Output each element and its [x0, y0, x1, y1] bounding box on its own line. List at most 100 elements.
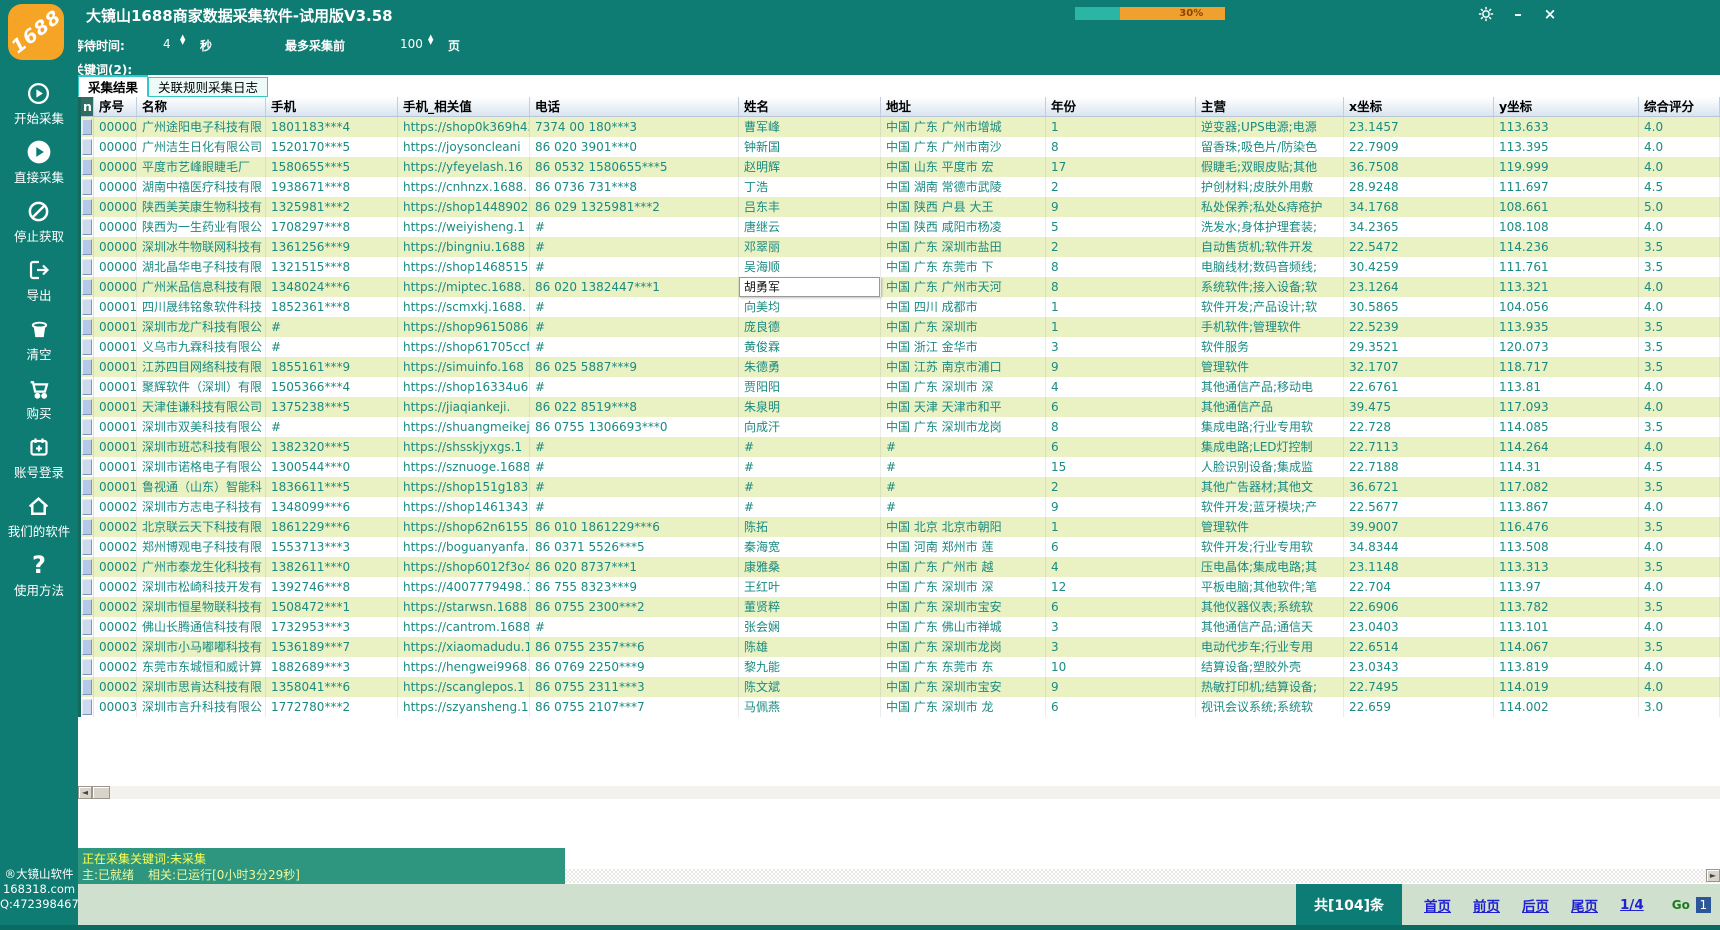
cell-x坐标[interactable]: 22.7495 [1344, 677, 1494, 697]
cell-手机[interactable]: 1392746***8 [266, 577, 398, 597]
cell-综合评分[interactable]: 4.5 [1639, 457, 1720, 477]
row-selector[interactable] [81, 157, 94, 177]
cell-y坐标[interactable]: 108.108 [1494, 217, 1639, 237]
cell-序号[interactable]: 000001 [94, 117, 137, 137]
cell-x坐标[interactable]: 22.7188 [1344, 457, 1494, 477]
cell-电话[interactable]: # [530, 437, 739, 457]
cell-x坐标[interactable]: 39.9007 [1344, 517, 1494, 537]
cell-名称[interactable]: 深圳市方志电子科技有 [137, 497, 266, 517]
cell-序号[interactable]: 000015 [94, 397, 137, 417]
cell-地址[interactable]: 中国 广东 广州市南沙 [881, 137, 1046, 157]
cell-名称[interactable]: 陕西美芙康生物科技有 [137, 197, 266, 217]
cell-姓名[interactable]: 陈文斌 [739, 677, 881, 697]
cell-主营[interactable]: 洗发水;身体护理套装; [1196, 217, 1344, 237]
cell-姓名[interactable]: 朱德勇 [739, 357, 881, 377]
cell-x坐标[interactable]: 30.4259 [1344, 257, 1494, 277]
cell-y坐标[interactable]: 114.264 [1494, 437, 1639, 457]
cell-名称[interactable]: 深圳市小马嘟嘟科技有 [137, 637, 266, 657]
cell-姓名[interactable]: # [739, 457, 881, 477]
cell-手机[interactable]: 1348099***6 [266, 497, 398, 517]
cell-y坐标[interactable]: 113.782 [1494, 597, 1639, 617]
cell-电话[interactable]: 86 755 8323***9 [530, 577, 739, 597]
cell-姓名[interactable]: 陈雄 [739, 637, 881, 657]
cell-年份[interactable]: 8 [1046, 257, 1196, 277]
cell-手机[interactable]: 1321515***8 [266, 257, 398, 277]
cell-序号[interactable]: 000023 [94, 557, 137, 577]
cell-年份[interactable]: 8 [1046, 137, 1196, 157]
row-selector[interactable] [81, 477, 94, 497]
cell-综合评分[interactable]: 4.0 [1639, 657, 1720, 677]
cell-地址[interactable]: 中国 四川 成都市 [881, 297, 1046, 317]
cell-地址[interactable]: # [881, 477, 1046, 497]
cell-手机_相关值[interactable]: https://shop16334u65 [398, 377, 530, 397]
cell-名称[interactable]: 东莞市东城恒和威计算 [137, 657, 266, 677]
row-selector[interactable] [81, 217, 94, 237]
scroll-left-icon[interactable]: ◄ [78, 786, 92, 799]
cell-综合评分[interactable]: 3.5 [1639, 257, 1720, 277]
cell-x坐标[interactable]: 23.0343 [1344, 657, 1494, 677]
cell-综合评分[interactable]: 4.0 [1639, 217, 1720, 237]
cell-手机_相关值[interactable]: https://shop62n61551 [398, 517, 530, 537]
cell-综合评分[interactable]: 4.0 [1639, 617, 1720, 637]
cell-名称[interactable]: 天津佳谦科技有限公司 [137, 397, 266, 417]
cell-主营[interactable]: 平板电脑;其他软件;笔 [1196, 577, 1344, 597]
cell-手机_相关值[interactable]: https://shop96150862 [398, 317, 530, 337]
cell-手机_相关值[interactable]: https://sznuoge.1688 [398, 457, 530, 477]
cell-地址[interactable]: 中国 广东 深圳市宝安 [881, 597, 1046, 617]
cell-手机[interactable]: # [266, 317, 398, 337]
cell-综合评分[interactable]: 4.5 [1639, 177, 1720, 197]
cell-x坐标[interactable]: 36.7508 [1344, 157, 1494, 177]
cell-姓名[interactable]: 马佩燕 [739, 697, 881, 717]
column-header-电话[interactable]: 电话 [530, 97, 739, 116]
cell-名称[interactable]: 广州米品信息科技有限 [137, 277, 266, 297]
row-selector[interactable] [81, 457, 94, 477]
cell-x坐标[interactable]: 23.1148 [1344, 557, 1494, 577]
cell-x坐标[interactable]: 34.8344 [1344, 537, 1494, 557]
cell-名称[interactable]: 义乌市九霖科技有限公 [137, 337, 266, 357]
cell-电话[interactable]: 86 0755 2107***7 [530, 697, 739, 717]
cell-地址[interactable]: 中国 浙江 金华市 [881, 337, 1046, 357]
cell-手机[interactable]: 1505366***4 [266, 377, 398, 397]
cell-综合评分[interactable]: 4.0 [1639, 297, 1720, 317]
cell-手机_相关值[interactable]: https://miptec.1688. [398, 277, 530, 297]
cell-手机[interactable]: 1300544***0 [266, 457, 398, 477]
cell-y坐标[interactable]: 104.056 [1494, 297, 1639, 317]
cell-地址[interactable]: # [881, 437, 1046, 457]
cell-电话[interactable]: # [530, 317, 739, 337]
cell-年份[interactable]: 10 [1046, 657, 1196, 677]
column-header-姓名[interactable]: 姓名 [739, 97, 881, 116]
cell-电话[interactable]: 86 0532 1580655***5 [530, 157, 739, 177]
cell-年份[interactable]: 9 [1046, 197, 1196, 217]
cell-地址[interactable]: 中国 广东 深圳市龙岗 [881, 637, 1046, 657]
cell-序号[interactable]: 000022 [94, 537, 137, 557]
cell-序号[interactable]: 000012 [94, 337, 137, 357]
prev-page-link[interactable]: 前页 [1473, 895, 1500, 915]
column-header-x坐标[interactable]: x坐标 [1344, 97, 1494, 116]
cell-主营[interactable]: 视讯会议系统;系统软 [1196, 697, 1344, 717]
cell-电话[interactable]: 86 010 1861229***6 [530, 517, 739, 537]
scrollbar-track[interactable] [110, 786, 1720, 799]
cell-名称[interactable]: 湖南中禧医疗科技有限 [137, 177, 266, 197]
cell-电话[interactable]: # [530, 297, 739, 317]
cell-名称[interactable]: 深圳市思肯达科技有限 [137, 677, 266, 697]
cell-综合评分[interactable]: 4.0 [1639, 577, 1720, 597]
cell-x坐标[interactable]: 39.475 [1344, 397, 1494, 417]
cell-手机[interactable]: 1861229***6 [266, 517, 398, 537]
cell-年份[interactable]: 8 [1046, 277, 1196, 297]
max-pages-value[interactable]: 100 [400, 37, 423, 51]
cell-综合评分[interactable]: 4.0 [1639, 377, 1720, 397]
cell-姓名[interactable]: # [739, 477, 881, 497]
cell-电话[interactable]: # [530, 217, 739, 237]
cell-地址[interactable]: 中国 广东 东莞市 下 [881, 257, 1046, 277]
cell-x坐标[interactable]: 22.659 [1344, 697, 1494, 717]
cell-y坐标[interactable]: 114.236 [1494, 237, 1639, 257]
cell-主营[interactable]: 人脸识别设备;集成监 [1196, 457, 1344, 477]
cell-姓名[interactable]: 曹军峰 [739, 117, 881, 137]
cell-电话[interactable]: # [530, 257, 739, 277]
cell-x坐标[interactable]: 32.1707 [1344, 357, 1494, 377]
wait-time-value[interactable]: 4 [163, 37, 171, 51]
cell-地址[interactable]: 中国 广东 深圳市盐田 [881, 237, 1046, 257]
row-selector[interactable] [81, 257, 94, 277]
cell-序号[interactable]: 000007 [94, 237, 137, 257]
sidebar-item-stop[interactable]: 停止获取 [14, 198, 64, 245]
